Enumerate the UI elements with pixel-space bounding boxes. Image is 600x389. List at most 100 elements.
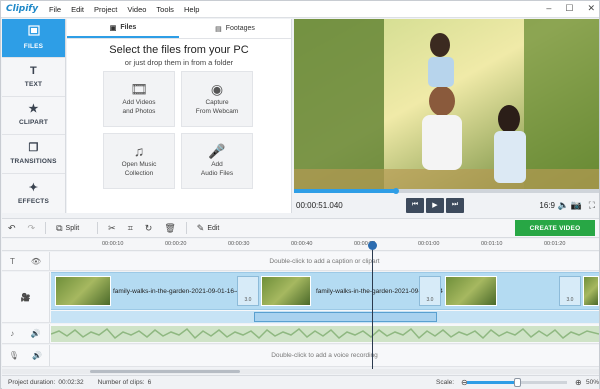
video-preview[interactable] — [294, 19, 599, 189]
playhead[interactable] — [372, 241, 373, 374]
next-icon[interactable]: ⏭ — [446, 197, 464, 213]
sidebar-item-transitions[interactable]: ❐ TRANSITIONS — [2, 135, 65, 175]
scale-slider[interactable] — [467, 378, 567, 387]
status-bar: Project duration: 00:02:32 Number of cli… — [2, 375, 599, 389]
clip-thumbnail[interactable] — [55, 276, 111, 306]
text-icon[interactable]: T — [10, 257, 15, 266]
film-icon: ▣ — [109, 24, 117, 32]
scale-handle[interactable] — [514, 378, 521, 387]
camera-icon[interactable]: 🎥 — [21, 293, 31, 302]
microphone-icon[interactable]: 🎙 — [9, 351, 19, 360]
sidebar-item-effects[interactable]: ✦ EFFECTS — [2, 174, 65, 213]
capture-webcam-button[interactable]: ◉ Capture From Webcam — [181, 71, 253, 127]
previous-icon[interactable]: ⏮ — [406, 197, 424, 213]
transition-box[interactable]: 3.0 — [419, 276, 441, 306]
playback-scrubber[interactable] — [294, 188, 599, 194]
clip-effects-lane[interactable] — [51, 311, 599, 323]
fullscreen-icon[interactable]: ⛶ — [589, 200, 595, 211]
transition-box[interactable]: 3.0 — [237, 276, 259, 306]
tile-label: Add — [211, 161, 223, 169]
action-tiles: 🎞 Add Videos and Photos ◉ Capture From W… — [103, 71, 257, 189]
title-bar: Clipify File Edit Project Video Tools He… — [1, 1, 599, 18]
rotate-icon[interactable]: ↻ — [145, 223, 153, 234]
caption-track-icons: T 👁 — [2, 252, 50, 270]
crop-icon[interactable]: ⌗ — [128, 223, 133, 234]
minimize-icon[interactable]: – — [546, 3, 551, 14]
voice-track-icons: 🎙 🔊 — [2, 345, 50, 366]
menu-video[interactable]: Video — [122, 5, 151, 14]
snapshot-icon[interactable]: 📷 — [571, 200, 582, 211]
menu-help[interactable]: Help — [179, 5, 204, 14]
timeline-scrollbar[interactable] — [2, 369, 599, 374]
sidebar-item-clipart[interactable]: ★ CLIPART — [2, 97, 65, 136]
play-icon[interactable]: ▶ — [426, 197, 444, 213]
transition-box[interactable]: 3.0 — [559, 276, 581, 306]
divider — [97, 222, 99, 234]
preview-image — [294, 19, 599, 189]
edit-button[interactable]: Edit — [207, 225, 219, 232]
add-videos-button[interactable]: 🎞 Add Videos and Photos — [103, 71, 175, 127]
tab-files[interactable]: ▣ Files — [67, 19, 179, 38]
clip-label: family-walks-in-the-garden-2021-09-01-16… — [113, 288, 240, 295]
files-panel: ▣ Files ▤ Footages Select the files from… — [67, 19, 292, 213]
tile-label: Add Videos — [122, 99, 156, 107]
selected-clip-range[interactable] — [254, 312, 437, 322]
speaker-icon[interactable]: 🔊 — [32, 351, 42, 360]
clips-label: Number of clips: — [97, 379, 145, 386]
duration-label: Project duration: — [8, 379, 56, 386]
timecode: 00:00:51.040 — [296, 200, 343, 210]
undo-icon[interactable]: ↶ — [8, 223, 16, 234]
tile-label: and Photos — [122, 107, 156, 115]
create-video-button[interactable]: CREATE VIDEO — [515, 220, 595, 236]
sidebar-item-label: TEXT — [24, 80, 43, 88]
menu-file[interactable]: File — [44, 5, 66, 14]
menu-project[interactable]: Project — [89, 5, 122, 14]
sidebar-item-label: CLIPART — [18, 119, 49, 127]
audio-track[interactable] — [51, 326, 599, 342]
split-button[interactable]: Split — [66, 225, 80, 232]
volume-icon[interactable]: 🔈 — [558, 200, 569, 211]
sidebar-item-text[interactable]: T TEXT — [2, 58, 65, 97]
video-track[interactable]: family-walks-in-the-garden-2021-09-01-16… — [51, 272, 599, 310]
ruler-tick: 00:00:30 — [228, 241, 250, 247]
clip-thumbnail[interactable] — [583, 276, 599, 306]
menu-edit[interactable]: Edit — [66, 5, 89, 14]
split-icon: ⧉ — [56, 222, 63, 233]
close-icon[interactable]: ✕ — [587, 3, 595, 14]
scrollbar-thumb[interactable] — [90, 370, 240, 373]
speaker-icon[interactable]: 🔊 — [31, 329, 41, 338]
aspect-ratio[interactable]: 16:9 — [539, 201, 555, 210]
tab-footages[interactable]: ▤ Footages — [179, 19, 291, 38]
files-headline: Select the files from your PC — [109, 44, 249, 56]
clip-thumbnail[interactable] — [445, 276, 497, 306]
caption-track[interactable]: T 👁 Double-click to add a caption or cli… — [2, 252, 599, 271]
sidebar-item-files[interactable]: FILES — [2, 19, 65, 58]
playhead-handle[interactable] — [368, 241, 377, 250]
video-track-icons: 🎥 — [2, 272, 50, 322]
files-tabs: ▣ Files ▤ Footages — [67, 19, 291, 39]
window-controls: – ☐ ✕ — [546, 3, 595, 14]
tile-label: Capture — [205, 99, 229, 107]
delete-icon[interactable]: 🗑 — [164, 223, 175, 234]
add-audio-button[interactable]: 🎤 Add Audio Files — [181, 133, 253, 189]
star-icon: ★ — [28, 103, 39, 116]
open-music-button[interactable]: ♫ Open Music Collection — [103, 133, 175, 189]
timeline-ruler[interactable]: 00:00:10 00:00:20 00:00:30 00:00:40 00:0… — [2, 239, 599, 251]
music-icon: ♫ — [133, 143, 145, 160]
music-icon[interactable]: ♪ — [10, 329, 14, 338]
scale-label: Scale: — [436, 379, 455, 386]
transition-duration: 3.0 — [244, 297, 252, 303]
cut-icon[interactable]: ✂ — [108, 223, 116, 234]
voice-track[interactable]: 🎙 🔊 Double-click to add a voice recordin… — [2, 345, 599, 367]
zoom-in-icon[interactable]: ⊕ — [575, 378, 582, 387]
project-duration: 00:02:32 — [58, 379, 84, 386]
footage-icon: ▤ — [215, 25, 222, 33]
maximize-icon[interactable]: ☐ — [565, 3, 573, 14]
menu-tools[interactable]: Tools — [151, 5, 179, 14]
film-icon — [27, 25, 40, 39]
clip-body[interactable] — [499, 276, 559, 306]
clip-thumbnail[interactable] — [261, 276, 311, 306]
redo-icon[interactable]: ↷ — [28, 223, 36, 234]
scrubber-progress — [294, 189, 397, 193]
eye-icon[interactable]: 👁 — [31, 257, 41, 266]
